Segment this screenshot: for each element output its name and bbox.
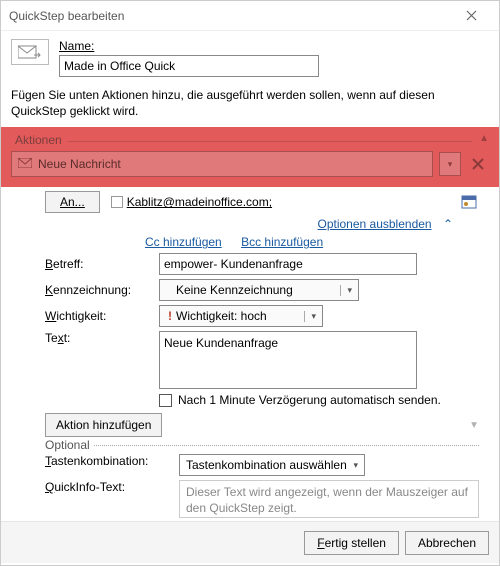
- close-icon: [466, 10, 477, 21]
- recipient-checkbox-icon: [111, 196, 123, 208]
- delay-checkbox[interactable]: [159, 394, 172, 407]
- tooltip-label: QuickInfo-Text:: [45, 480, 179, 494]
- add-action-button[interactable]: Aktion hinzufügen: [45, 413, 162, 437]
- actions-group: ▲ Aktionen Neue Nachricht ▾: [1, 127, 499, 187]
- importance-label: Wichtigkeit:: [45, 309, 159, 323]
- scroll-up-icon[interactable]: ▲: [479, 133, 489, 144]
- scroll-down-icon[interactable]: ▼: [469, 420, 479, 431]
- options-toggle-link[interactable]: Optionen ausblenden: [318, 217, 432, 231]
- flag-label: Kennzeichnung:: [45, 283, 159, 297]
- flag-select[interactable]: Keine Kennzeichnung ▾: [159, 279, 359, 301]
- chevron-down-icon: ▾: [304, 311, 316, 322]
- instructions-text: Fügen Sie unten Aktionen hinzu, die ausg…: [11, 87, 489, 119]
- importance-select[interactable]: ! Wichtigkeit: hoch ▾: [159, 305, 323, 327]
- importance-high-icon: !: [168, 309, 172, 323]
- recipient-email: Kablitz@madeinoffice.com;: [127, 195, 272, 209]
- address-book-icon: [461, 195, 477, 209]
- remove-icon: [472, 158, 484, 170]
- to-button[interactable]: An...: [45, 191, 100, 213]
- chevron-up-icon: ⌃: [443, 217, 453, 231]
- importance-value: Wichtigkeit: hoch: [176, 309, 267, 323]
- close-button[interactable]: [451, 2, 491, 30]
- remove-action-button[interactable]: [467, 152, 489, 176]
- subject-label: Betreff:: [45, 257, 159, 271]
- mail-icon: [18, 157, 32, 171]
- optional-group: Optional Tastenkombination: Tastenkombin…: [45, 445, 479, 518]
- hotkey-label: Tastenkombination:: [45, 454, 179, 468]
- subject-input[interactable]: [159, 253, 417, 275]
- hotkey-select[interactable]: Tastenkombination auswählen ▾: [179, 454, 365, 476]
- cancel-button[interactable]: Abbrechen: [405, 531, 489, 555]
- delay-label: Nach 1 Minute Verzögerung automatisch se…: [178, 393, 441, 407]
- actions-group-label: Aktionen: [11, 131, 489, 151]
- add-cc-link[interactable]: Cc hinzufügen: [145, 235, 222, 249]
- flag-value: Keine Kennzeichnung: [168, 283, 293, 297]
- body-text-label: Text:: [45, 331, 159, 345]
- quickstep-icon-preview[interactable]: [11, 39, 49, 65]
- chevron-down-icon: ▾: [340, 285, 352, 296]
- titlebar: QuickStep bearbeiten: [1, 1, 499, 31]
- action-type-value: Neue Nachricht: [38, 157, 121, 171]
- finish-button[interactable]: Fertig stellen: [304, 531, 399, 555]
- tooltip-text-input[interactable]: Dieser Text wird angezeigt, wenn der Mau…: [179, 480, 479, 518]
- hotkey-value: Tastenkombination auswählen: [186, 458, 347, 472]
- name-label: Name:: [59, 39, 94, 53]
- name-input[interactable]: [59, 55, 319, 77]
- chevron-down-icon: ▾: [448, 159, 453, 170]
- action-type-dropdown-button[interactable]: ▾: [439, 152, 461, 176]
- window-title: QuickStep bearbeiten: [9, 9, 451, 23]
- body-text-input[interactable]: Neue Kundenanfrage: [159, 331, 417, 389]
- optional-group-label: Optional: [45, 438, 94, 452]
- add-bcc-link[interactable]: Bcc hinzufügen: [241, 235, 323, 249]
- dialog-footer: Fertig stellen Abbrechen: [1, 521, 499, 563]
- address-book-button[interactable]: [459, 192, 479, 212]
- chevron-down-icon: ▾: [353, 460, 358, 471]
- recipient-field[interactable]: Kablitz@madeinoffice.com;: [110, 191, 449, 213]
- mail-forward-icon: [18, 45, 42, 59]
- action-type-select[interactable]: Neue Nachricht: [11, 151, 433, 177]
